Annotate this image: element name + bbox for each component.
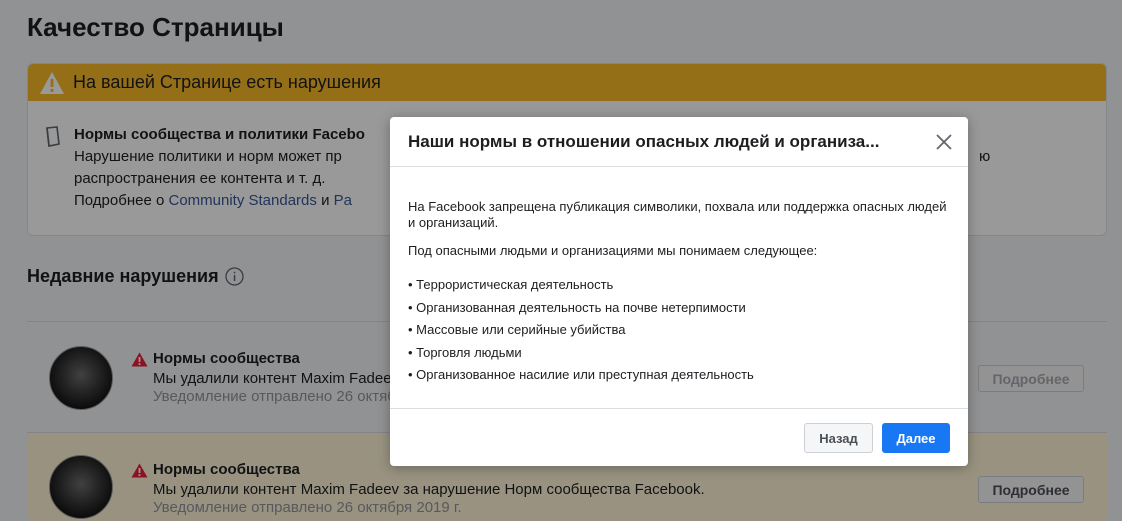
dialog-body: На Facebook запрещена публикация символи… (390, 167, 968, 383)
list-item: • Торговля людьми (408, 344, 522, 360)
dangerous-categories-list: • Террористическая деятельность • Органи… (408, 277, 950, 383)
dialog-footer: Назад Далее (390, 408, 968, 466)
list-item: • Организованное насилие или преступная … (408, 367, 754, 382)
close-icon[interactable] (932, 130, 956, 154)
back-button[interactable]: Назад (804, 423, 873, 453)
policy-dialog: Наши нормы в отношении опасных людей и о… (390, 117, 968, 466)
next-button[interactable]: Далее (882, 423, 950, 453)
list-item: • Террористическая деятельность (408, 277, 614, 292)
dialog-paragraph: Под опасными людьми и организациями мы п… (408, 243, 818, 258)
dialog-paragraph: На Facebook запрещена публикация символи… (408, 199, 947, 230)
dialog-header: Наши нормы в отношении опасных людей и о… (390, 117, 968, 167)
dialog-title: Наши нормы в отношении опасных людей и о… (408, 131, 880, 151)
list-item: • Массовые или серийные убийства (408, 322, 626, 337)
list-item: • Организованная деятельность на почве н… (408, 299, 746, 315)
